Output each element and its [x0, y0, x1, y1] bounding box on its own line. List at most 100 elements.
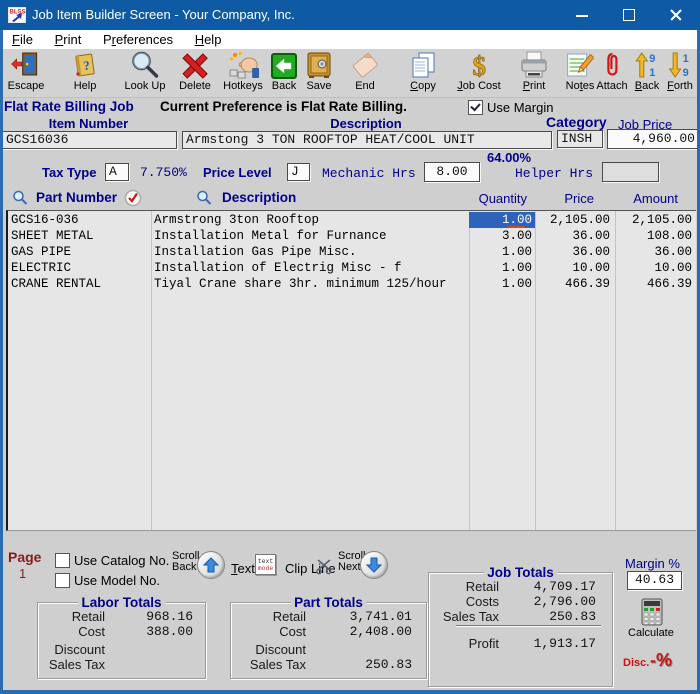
part-totals-title: Part Totals [290, 595, 367, 610]
price-level-field[interactable]: J [287, 163, 310, 181]
hotkeys-button[interactable]: Hotkeys [223, 50, 263, 92]
close-button[interactable] [660, 0, 694, 30]
numeric-up-icon: 9 1 [635, 50, 659, 79]
title-bar: BLSS Job Item Builder Screen - Your Comp… [0, 0, 700, 30]
cell-part[interactable]: GCS16-036 [11, 212, 149, 228]
app-logo-icon: BLSS [8, 7, 26, 23]
job-profit-value: 1,913.17 [533, 636, 596, 651]
verify-check-icon[interactable] [124, 189, 142, 207]
cell-amount[interactable]: 2,105.00 [616, 212, 692, 228]
dollar-icon: $ [457, 50, 500, 79]
text-button[interactable]: Text [231, 561, 255, 576]
cell-part[interactable]: SHEET METAL [11, 228, 149, 244]
part-cost-value: 2,408.00 [349, 624, 412, 639]
minimize-button[interactable] [566, 0, 600, 30]
print-button[interactable]: Print [518, 50, 550, 92]
disc-percent-icon[interactable]: -% [650, 650, 672, 671]
menu-file[interactable]: File [3, 30, 42, 49]
cell-price[interactable]: 466.39 [536, 276, 610, 292]
job-totals-box: Job Totals Retail 4,709.17 Costs 2,796.0… [428, 565, 613, 687]
cell-qty[interactable]: 1.00 [469, 276, 535, 292]
look-up-button[interactable]: Look Up [125, 50, 165, 92]
table-row[interactable]: CRANE RENTAL Tiyal Crane share 3hr. mini… [8, 276, 696, 292]
window-title: Job Item Builder Screen - Your Company, … [32, 7, 295, 22]
margin-field[interactable]: 40.63 [627, 571, 682, 590]
cell-price[interactable]: 10.00 [536, 260, 610, 276]
table-row[interactable]: GAS PIPE Installation Gas Pipe Misc. 1.0… [8, 244, 696, 260]
scroll-back-button[interactable] [197, 551, 225, 579]
item-number-label: Item Number [48, 116, 129, 131]
cell-qty[interactable]: 1.00 [469, 260, 535, 276]
part-search-icon[interactable] [12, 190, 28, 206]
maximize-button[interactable] [613, 0, 647, 30]
price-level-label: Price Level [203, 165, 272, 180]
table-row[interactable]: GCS16-036 Armstrong 3ton Rooftop 1.00 2,… [8, 212, 696, 228]
job-costs-label: Costs [465, 594, 499, 609]
save-button[interactable]: Save [306, 50, 332, 92]
job-price-field[interactable]: 4,960.00 [607, 129, 700, 149]
record-back-button[interactable]: 9 1 Back [635, 50, 659, 92]
arrow-down-icon [366, 557, 382, 573]
cell-amount[interactable]: 10.00 [616, 260, 692, 276]
escape-button[interactable]: Escape [8, 50, 44, 92]
cell-price[interactable]: 36.00 [536, 244, 610, 260]
cell-amount[interactable]: 108.00 [616, 228, 692, 244]
cell-price[interactable]: 2,105.00 [536, 212, 610, 228]
copy-docs-icon [409, 50, 437, 79]
minimize-icon [576, 15, 588, 17]
scissors-icon[interactable] [315, 558, 335, 575]
cell-price[interactable]: 36.00 [536, 228, 610, 244]
disc-label[interactable]: Disc. [623, 657, 649, 669]
calculator-icon [641, 598, 663, 626]
notes-button[interactable]: Notes [566, 50, 594, 92]
category-field[interactable]: INSH [557, 130, 603, 148]
item-number-field[interactable]: GCS16036 [2, 131, 177, 149]
helper-hrs-field[interactable] [602, 162, 659, 182]
tax-type-field[interactable]: A [105, 163, 129, 181]
table-row[interactable]: SHEET METAL Installation Metal for Furna… [8, 228, 696, 244]
use-catalog-checkbox[interactable] [55, 553, 70, 568]
job-salestax-value: 250.83 [549, 609, 596, 624]
table-row[interactable]: ELECTRIC Installation of Electrig Misc -… [8, 260, 696, 276]
copy-button[interactable]: Copy [409, 50, 437, 92]
cell-amount[interactable]: 466.39 [616, 276, 692, 292]
description-search-icon[interactable] [196, 190, 212, 206]
scroll-next-button[interactable] [360, 551, 388, 579]
scroll-back-label: Scroll Back [172, 550, 200, 573]
menu-print[interactable]: Print [46, 30, 91, 49]
cell-desc[interactable]: Installation Gas Pipe Misc. [154, 244, 467, 260]
totals-divider [456, 625, 601, 626]
delete-button[interactable]: Delete [179, 50, 211, 92]
labor-totals-box: Labor Totals Retail 968.16 Cost 388.00 D… [37, 595, 206, 679]
mechanic-hrs-field[interactable]: 8.00 [424, 162, 480, 182]
maximize-icon [623, 9, 635, 21]
cell-desc[interactable]: Tiyal Crane share 3hr. minimum 125/hour [154, 276, 467, 292]
menu-bar: File Print Preferences Help [3, 30, 697, 49]
back-button[interactable]: Back [271, 50, 297, 92]
cell-part[interactable]: GAS PIPE [11, 244, 149, 260]
use-margin-checkbox[interactable] [468, 100, 483, 115]
cell-qty-selected[interactable]: 1.00 [469, 212, 535, 228]
cell-desc[interactable]: Armstrong 3ton Rooftop [154, 212, 467, 228]
description-header: Description [222, 190, 297, 205]
job-cost-button[interactable]: $ Job Cost [457, 50, 500, 92]
help-button[interactable]: ? Help [72, 50, 98, 92]
end-button[interactable]: End [349, 50, 381, 92]
part-discount-label: Discount [255, 642, 306, 657]
app-window: BLSS Job Item Builder Screen - Your Comp… [0, 0, 700, 694]
attach-button[interactable]: Attach [596, 50, 628, 92]
use-model-checkbox[interactable] [55, 573, 70, 588]
cell-part[interactable]: ELECTRIC [11, 260, 149, 276]
cell-amount[interactable]: 36.00 [616, 244, 692, 260]
record-forth-button[interactable]: 1 9 Forth [667, 50, 693, 92]
window-border [0, 690, 700, 694]
menu-help[interactable]: Help [186, 30, 231, 49]
text-mode-icon[interactable]: text mode [255, 554, 276, 575]
cell-desc[interactable]: Installation of Electrig Misc - f [154, 260, 467, 276]
cell-qty[interactable]: 3.00 [469, 228, 535, 244]
cell-desc[interactable]: Installation Metal for Furnance [154, 228, 467, 244]
cell-part[interactable]: CRANE RENTAL [11, 276, 149, 292]
menu-preferences[interactable]: Preferences [94, 30, 182, 49]
description-field[interactable]: Armstong 3 TON ROOFTOP HEAT/COOL UNIT [182, 131, 552, 149]
cell-qty[interactable]: 1.00 [469, 244, 535, 260]
